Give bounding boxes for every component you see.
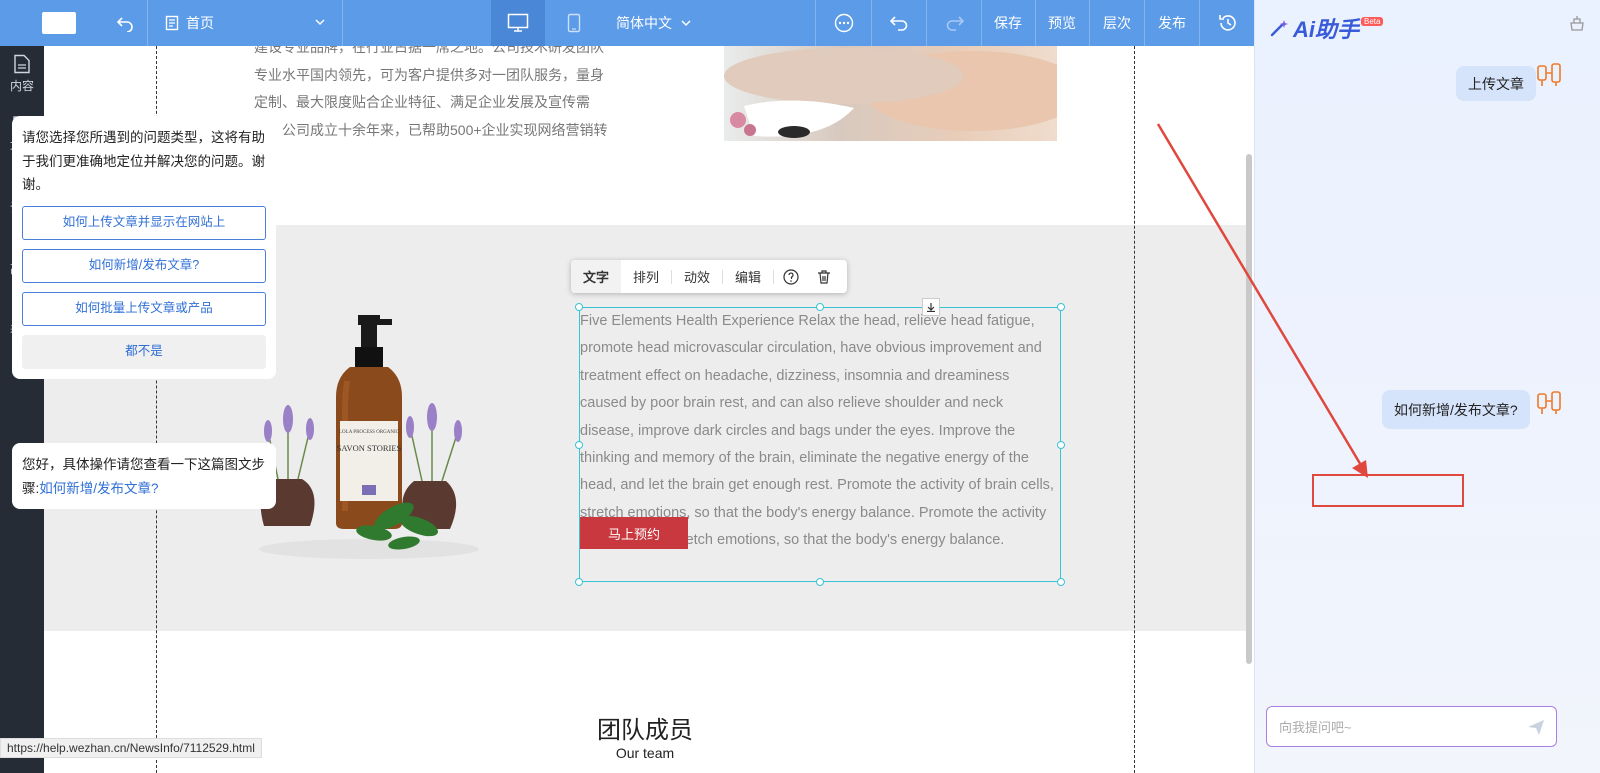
highlight-annotation-box: [1312, 474, 1464, 507]
page-select[interactable]: 首页: [148, 0, 342, 46]
ai-assistant-panel: Ai助手 Beta: [1254, 0, 1600, 773]
user-message-text: 上传文章: [1468, 75, 1524, 92]
language-select[interactable]: 简体中文: [602, 0, 702, 46]
product-bottle-image[interactable]: LOLA PROCESS ORGANIC SAVON STORIES: [244, 311, 494, 561]
option-batch-upload-button[interactable]: 如何批量上传文章或产品: [22, 291, 266, 326]
ai-input-placeholder: 向我提问吧~: [1279, 720, 1352, 735]
edit-tab[interactable]: 编辑: [723, 260, 773, 293]
article-link[interactable]: 如何新增/发布文章?: [39, 481, 158, 496]
resize-handle-se[interactable]: [1057, 578, 1065, 586]
user-message-text: 如何新增/发布文章?: [1394, 401, 1518, 418]
more-icon[interactable]: [830, 0, 858, 46]
canvas-scrollbar[interactable]: [1246, 154, 1252, 664]
download-arrow-icon[interactable]: [922, 298, 940, 316]
about-text[interactable]: 建设专业品牌，在行业占据一席之地。公司技术研发团队专业水平国内领先，可为客户提供…: [254, 46, 614, 144]
file-icon: [14, 54, 30, 74]
sidebar-item-label: 内容: [9, 79, 34, 93]
bottle-label-brand: SAVON STORIES: [337, 443, 402, 453]
page-icon: [165, 15, 179, 31]
undo-icon[interactable]: [884, 0, 914, 46]
clear-chat-icon[interactable]: [1568, 14, 1586, 35]
layers-button[interactable]: 层次: [1090, 0, 1144, 46]
ai-title: Ai助手: [1293, 17, 1360, 42]
magic-wand-icon: [1270, 20, 1288, 37]
resize-handle-w[interactable]: [575, 441, 583, 449]
bot-message-text: 请您选择您所遇到的问题类型，这将有助于我们更准确地定位并解决您的问题。谢谢。: [22, 130, 265, 192]
language-label: 简体中文: [616, 15, 672, 31]
status-bar-url: https://help.wezhan.cn/NewsInfo/7112529.…: [0, 738, 262, 758]
phone-icon: [567, 13, 581, 33]
user-avatar-icon: [1536, 62, 1561, 88]
send-icon[interactable]: [1526, 717, 1546, 737]
resize-handle-nw[interactable]: [575, 303, 583, 311]
bot-message: 请您选择您所遇到的问题类型，这将有助于我们更准确地定位并解决您的问题。谢谢。 如…: [12, 116, 276, 379]
ai-logo: Ai助手 Beta: [1269, 12, 1384, 44]
text-selection-box[interactable]: [579, 307, 1061, 582]
option-upload-article-button[interactable]: 如何上传文章并显示在网站上: [22, 205, 266, 240]
content-guide-right: [1134, 46, 1135, 773]
arrange-tab[interactable]: 排列: [621, 260, 671, 293]
top-toolbar: 首页 简体中文 保存 预览 层次 发布: [0, 0, 1254, 46]
mobile-view-button[interactable]: [547, 0, 601, 46]
undo-history-icon[interactable]: [108, 0, 142, 46]
option-add-publish-article-button[interactable]: 如何新增/发布文章?: [22, 248, 266, 283]
user-message: 如何新增/发布文章?: [1382, 390, 1530, 429]
redo-icon[interactable]: [940, 0, 970, 46]
save-button[interactable]: 保存: [981, 0, 1035, 46]
sidebar-item-content[interactable]: 内容: [0, 46, 44, 102]
user-message: 上传文章: [1456, 66, 1536, 101]
resize-handle-sw[interactable]: [575, 578, 583, 586]
resize-handle-s[interactable]: [816, 578, 824, 586]
text-tab[interactable]: 文字: [571, 260, 621, 293]
ai-question-input[interactable]: 向我提问吧~: [1266, 706, 1557, 747]
help-icon[interactable]: [774, 260, 808, 293]
option-none-button[interactable]: 都不是: [22, 334, 266, 369]
history-icon[interactable]: [1213, 0, 1243, 46]
bot-message: 您好，具体操作请您查看一下这篇图文步骤:如何新增/发布文章?: [12, 443, 276, 509]
bottle-label-top: LOLA PROCESS ORGANIC: [339, 430, 400, 435]
resize-handle-e[interactable]: [1057, 441, 1065, 449]
site-logo: [42, 12, 76, 34]
element-context-toolbar: 文字 排列 动效 编辑: [571, 260, 847, 293]
chevron-down-icon: [315, 19, 325, 26]
page-select-label: 首页: [186, 15, 214, 31]
beta-badge: Beta: [1361, 16, 1384, 26]
monitor-icon: [507, 13, 529, 32]
chevron-down-icon: [681, 20, 691, 27]
desktop-view-button[interactable]: [491, 0, 545, 46]
preview-button[interactable]: 预览: [1035, 0, 1089, 46]
resize-handle-n[interactable]: [816, 303, 824, 311]
animation-tab[interactable]: 动效: [672, 260, 722, 293]
resize-handle-ne[interactable]: [1057, 303, 1065, 311]
user-avatar-icon: [1536, 390, 1561, 416]
publish-button[interactable]: 发布: [1145, 0, 1199, 46]
spa-massage-image[interactable]: [724, 46, 1057, 141]
trash-icon[interactable]: [808, 260, 840, 293]
